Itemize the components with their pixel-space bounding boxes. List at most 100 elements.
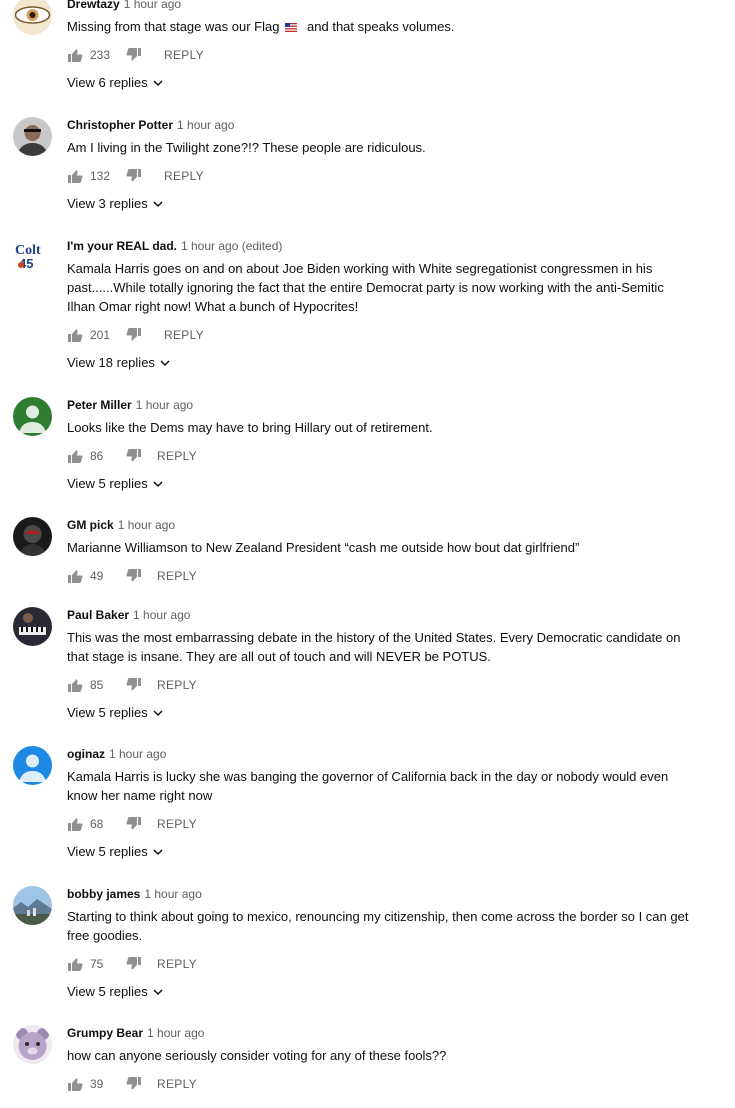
timestamp[interactable]: 1 hour ago (edited) xyxy=(181,239,282,253)
like-count: 75 xyxy=(90,957,104,971)
author-name[interactable]: GM pick xyxy=(67,518,114,532)
comment-text: This was the most embarrassing debate in… xyxy=(67,630,681,664)
thumbs-down-icon[interactable] xyxy=(126,1076,142,1092)
thumbs-down-icon[interactable] xyxy=(126,448,142,464)
like-count: 86 xyxy=(90,449,104,463)
reply-button[interactable]: REPLY xyxy=(157,678,197,692)
view-replies-button[interactable]: View 5 replies xyxy=(67,705,695,720)
avatar[interactable] xyxy=(13,746,52,785)
user-photo-avatar xyxy=(13,517,52,556)
thumbs-up-icon[interactable] xyxy=(67,168,83,184)
reply-button[interactable]: REPLY xyxy=(164,48,204,62)
timestamp[interactable]: 1 hour ago xyxy=(177,118,234,132)
reply-button[interactable]: REPLY xyxy=(157,817,197,831)
author-name[interactable]: Paul Baker xyxy=(67,608,129,622)
thumbs-up-icon[interactable] xyxy=(67,448,83,464)
comment-header: Christopher Potter 1 hour ago xyxy=(67,117,695,133)
avatar[interactable] xyxy=(13,607,52,646)
comment-header: oginaz 1 hour ago xyxy=(67,746,695,762)
comment-body: Peter Miller 1 hour ago Looks like the De… xyxy=(67,397,695,491)
author-name[interactable]: I'm your REAL dad. xyxy=(67,239,177,253)
view-replies-button[interactable]: View 18 replies xyxy=(67,355,695,370)
thumbs-down-icon[interactable] xyxy=(126,677,142,693)
thumbs-down-icon[interactable] xyxy=(126,168,142,184)
thumbs-up-icon[interactable] xyxy=(67,816,83,832)
comment-actions: 201 REPLY xyxy=(67,324,695,346)
view-replies-button[interactable]: View 6 replies xyxy=(67,75,695,90)
view-replies-button[interactable]: View 5 replies xyxy=(67,984,695,999)
thumbs-up-icon[interactable] xyxy=(67,677,83,693)
view-replies-label: View 5 replies xyxy=(67,844,148,859)
timestamp[interactable]: 1 hour ago xyxy=(147,1026,204,1040)
like-count: 201 xyxy=(90,328,111,342)
author-name[interactable]: bobby james xyxy=(67,887,140,901)
view-replies-label: View 5 replies xyxy=(67,705,148,720)
avatar[interactable] xyxy=(13,397,52,436)
comment-header: I'm your REAL dad. 1 hour ago (edited) xyxy=(67,238,695,254)
avatar[interactable]: Colt 45 xyxy=(13,238,52,277)
view-replies-button[interactable]: View 5 replies xyxy=(67,476,695,491)
reply-button[interactable]: REPLY xyxy=(157,957,197,971)
author-name[interactable]: Peter Miller xyxy=(67,398,132,412)
thumbs-down-icon[interactable] xyxy=(126,568,142,584)
thumbs-up-icon[interactable] xyxy=(67,327,83,343)
comment-header: Peter Miller 1 hour ago xyxy=(67,397,695,413)
timestamp[interactable]: 1 hour ago xyxy=(133,608,190,622)
comment-text: Looks like the Dems may have to bring Hi… xyxy=(67,420,433,435)
view-replies-button[interactable]: View 5 replies xyxy=(67,844,695,859)
reply-button[interactable]: REPLY xyxy=(157,1077,197,1091)
timestamp[interactable]: 1 hour ago xyxy=(136,398,193,412)
avatar[interactable] xyxy=(13,1025,52,1064)
thumbs-down-icon[interactable] xyxy=(126,327,142,343)
view-replies-button[interactable]: View 3 replies xyxy=(67,196,695,211)
comment-body: bobby james 1 hour ago Starting to think … xyxy=(67,886,695,999)
comment-header: bobby james 1 hour ago xyxy=(67,886,695,902)
landscape-photo-avatar xyxy=(13,886,52,925)
comment-actions: 75 REPLY xyxy=(67,953,695,975)
timestamp[interactable]: 1 hour ago xyxy=(118,518,175,532)
timestamp[interactable]: 1 hour ago xyxy=(144,887,201,901)
like-count: 39 xyxy=(90,1077,104,1091)
chevron-down-icon xyxy=(153,988,163,995)
avatar[interactable] xyxy=(13,517,52,556)
like-count: 68 xyxy=(90,817,104,831)
thumbs-down-icon[interactable] xyxy=(126,956,142,972)
thumbs-up-icon[interactable] xyxy=(67,956,83,972)
cartoon-bear-avatar xyxy=(13,1025,52,1064)
chevron-down-icon xyxy=(153,200,163,207)
like-count: 132 xyxy=(90,169,111,183)
comment-body: Drewtazy 1 hour ago Missing from that sta… xyxy=(67,0,695,90)
author-name[interactable]: Grumpy Bear xyxy=(67,1026,143,1040)
avatar[interactable] xyxy=(13,0,52,35)
view-replies-label: View 18 replies xyxy=(67,355,155,370)
chevron-down-icon xyxy=(153,709,163,716)
thumbs-up-icon[interactable] xyxy=(67,47,83,63)
avatar[interactable] xyxy=(13,886,52,925)
thumbs-up-icon[interactable] xyxy=(67,1076,83,1092)
comment-text: Kamala Harris goes on and on about Joe B… xyxy=(67,261,664,314)
timestamp[interactable]: 1 hour ago xyxy=(109,747,166,761)
reply-button[interactable]: REPLY xyxy=(164,328,204,342)
view-replies-label: View 3 replies xyxy=(67,196,148,211)
comment-header: Drewtazy 1 hour ago xyxy=(67,0,695,12)
comment-text-part: and that speaks volumes. xyxy=(303,19,455,34)
reply-button[interactable]: REPLY xyxy=(157,569,197,583)
comment-text-part: Missing from that stage was our Flag xyxy=(67,19,280,34)
comment-body: GM pick 1 hour ago Marianne Williamson to… xyxy=(67,517,695,587)
thumbs-down-icon[interactable] xyxy=(126,816,142,832)
chevron-down-icon xyxy=(153,480,163,487)
reply-button[interactable]: REPLY xyxy=(164,169,204,183)
author-name[interactable]: oginaz xyxy=(67,747,105,761)
comment-text: Missing from that stage was our Flag and… xyxy=(67,17,695,36)
thumbs-down-icon[interactable] xyxy=(126,47,142,63)
comment-text: Am I living in the Twilight zone?!? Thes… xyxy=(67,140,426,155)
reply-button[interactable]: REPLY xyxy=(157,449,197,463)
thumbs-up-icon[interactable] xyxy=(67,568,83,584)
author-name[interactable]: Christopher Potter xyxy=(67,118,173,132)
author-name[interactable]: Drewtazy xyxy=(67,0,120,11)
timestamp[interactable]: 1 hour ago xyxy=(124,0,181,11)
chevron-down-icon xyxy=(153,848,163,855)
comment-text: how can anyone seriously consider voting… xyxy=(67,1048,447,1063)
comment-text: Starting to think about going to mexico,… xyxy=(67,909,689,943)
avatar[interactable] xyxy=(13,117,52,156)
